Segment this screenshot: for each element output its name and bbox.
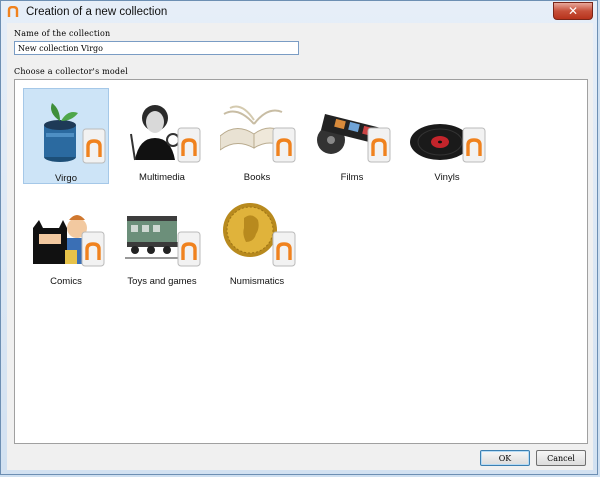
close-icon: ✕ [567,4,579,18]
model-tile-films[interactable]: Films [309,88,395,184]
model-label-films: Films [340,172,364,183]
model-tile-vinyls[interactable]: Vinyls [404,88,490,184]
vinyls-icon [410,124,486,163]
toys-icon [125,216,201,267]
dialog-body: Name of the collection New collection Vi… [7,23,593,470]
window-title: Creation of a new collection [26,6,168,18]
virgo-icon [44,103,106,164]
collection-name-label: Name of the collection [14,29,111,38]
numismatics-icon [223,203,296,267]
title-bar[interactable]: Creation of a new collection ✕ [1,1,597,23]
model-tile-virgo[interactable]: Virgo [23,88,109,184]
dialog-window: Creation of a new collection ✕ Name of t… [0,0,598,475]
collector-model-label: Choose a collector's model [14,67,128,76]
model-label-comics: Comics [50,276,82,287]
model-label-toys: Toys and games [127,276,197,287]
models-list: Virgo Multimedia Books Films Vinyls Comi… [14,79,588,444]
model-label-multimedia: Multimedia [139,172,185,183]
model-tile-numismatics[interactable]: Numismatics [214,192,300,288]
model-label-numismatics: Numismatics [229,276,285,287]
collection-name-input[interactable]: New collection Virgo [14,41,299,55]
app-logo-icon [6,5,20,19]
model-label-vinyls: Vinyls [434,172,460,183]
cancel-button[interactable]: Cancel [536,450,586,466]
ok-button[interactable]: OK [480,450,530,466]
model-tile-multimedia[interactable]: Multimedia [119,88,205,184]
model-tile-toys[interactable]: Toys and games [119,192,205,288]
films-icon [317,114,391,163]
close-button[interactable]: ✕ [553,2,593,20]
model-tile-comics[interactable]: Comics [23,192,109,288]
books-icon [220,105,296,163]
model-label-books: Books [243,172,271,183]
model-label-virgo: Virgo [54,173,77,184]
comics-icon [33,215,105,267]
multimedia-icon [125,100,201,163]
model-tile-books[interactable]: Books [214,88,300,184]
